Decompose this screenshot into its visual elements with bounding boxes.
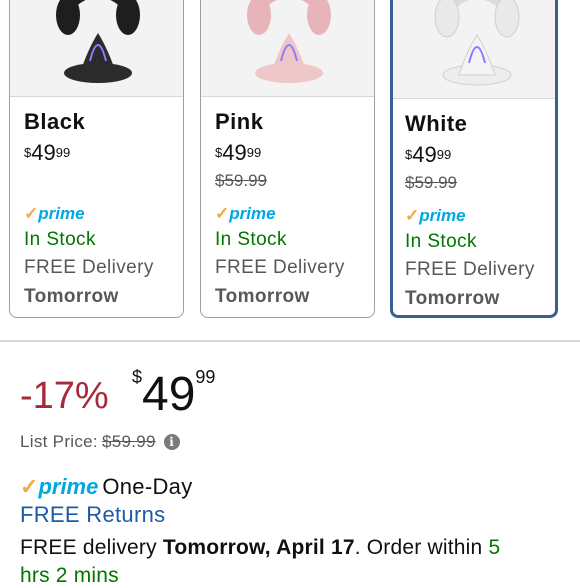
current-price: $4999 (132, 367, 216, 421)
headphone-stand-image (434, 0, 520, 86)
variant-name: Black (24, 109, 86, 134)
discount-percent: -17% (20, 375, 109, 417)
product-image (393, 0, 555, 99)
headphone-stand-image (247, 0, 331, 83)
delivery-date: Tomorrow, April 17 (162, 536, 355, 559)
product-image (10, 0, 183, 97)
checkmark-icon: ✓ (24, 204, 39, 223)
countdown-remainder: hrs 2 mins (20, 564, 119, 587)
variant-price: $4999 (24, 140, 71, 165)
delivery-day: Tomorrow (405, 288, 500, 309)
product-image (201, 0, 374, 97)
headphone-stand-image (56, 0, 140, 83)
section-divider (0, 340, 580, 342)
variant-list-price: $59.99 (215, 171, 267, 190)
countdown-hours: 5 (488, 536, 501, 559)
variant-list-price: $59.99 (405, 173, 457, 192)
prime-label: prime (38, 474, 99, 499)
variant-card-black[interactable]: Black $4999 ✓ prime In Stock FREE Deliver… (9, 0, 184, 318)
free-returns-link[interactable]: FREE Returns (20, 502, 165, 528)
prime-one-day-badge: ✓ prime One-Day (20, 474, 193, 500)
delivery-message: FREE delivery Tomorrow, April 17. Order … (20, 536, 500, 560)
variant-price: $4999 (405, 142, 452, 167)
stock-status: In Stock (405, 231, 477, 252)
order-within-text: . Order within (354, 536, 483, 559)
delivery-prefix: FREE delivery (20, 536, 157, 559)
variant-selector: Black $4999 ✓ prime In Stock FREE Deliver… (0, 0, 580, 330)
delivery-label: FREE Delivery (24, 257, 154, 278)
variant-card-pink[interactable]: Pink $4999 $59.99 ✓ prime In Stock FREE D… (200, 0, 375, 318)
list-price-row: List Price: $59.99 i (20, 432, 180, 452)
variant-name: Pink (215, 109, 264, 134)
stock-status: In Stock (215, 229, 287, 250)
delivery-label: FREE Delivery (405, 259, 535, 280)
list-price-value: $59.99 (101, 432, 156, 451)
list-price-label: List Price: (20, 432, 98, 451)
prime-badge: ✓ prime (24, 204, 85, 223)
prime-badge: ✓ prime (215, 204, 276, 223)
info-icon[interactable]: i (163, 434, 180, 450)
checkmark-icon: ✓ (20, 474, 39, 499)
variant-price: $4999 (215, 140, 262, 165)
one-day-label: One-Day (102, 474, 193, 499)
checkmark-icon: ✓ (215, 204, 230, 223)
prime-badge: ✓ prime (405, 206, 466, 225)
variant-name: White (405, 111, 468, 136)
delivery-day: Tomorrow (215, 286, 310, 307)
variant-card-white[interactable]: White $4999 $59.99 ✓ prime In Stock FREE … (390, 0, 558, 318)
delivery-label: FREE Delivery (215, 257, 345, 278)
stock-status: In Stock (24, 229, 96, 250)
checkmark-icon: ✓ (405, 206, 420, 225)
delivery-day: Tomorrow (24, 286, 119, 307)
